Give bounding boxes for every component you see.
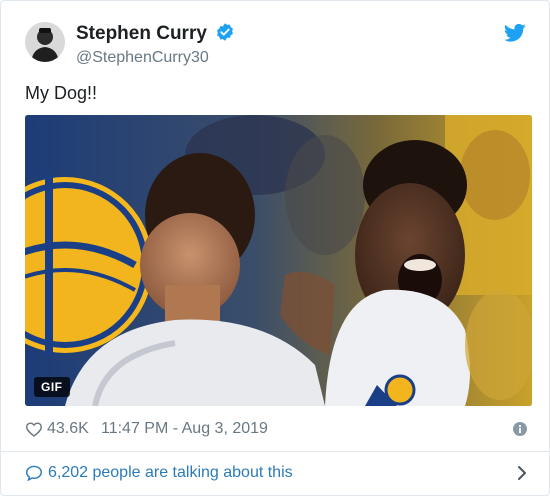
tweet-text: My Dog!! xyxy=(25,83,98,103)
like-button[interactable]: 43.6K xyxy=(25,418,89,440)
like-count: 43.6K xyxy=(47,420,89,437)
divider xyxy=(1,451,549,452)
gif-badge: GIF xyxy=(34,377,70,397)
gif-frame-image xyxy=(25,115,532,406)
user-handle[interactable]: @StephenCurry30 xyxy=(76,48,235,68)
verified-badge-icon xyxy=(217,23,234,41)
twitter-bird-icon[interactable] xyxy=(504,23,526,43)
info-icon[interactable] xyxy=(513,422,527,436)
conversation-link[interactable]: 6,202 people are talking about this xyxy=(25,461,527,485)
author-names: Stephen Curry @StephenCurry30 xyxy=(76,22,235,68)
tweet-timestamp[interactable]: 11:47 PM - Aug 3, 2019 xyxy=(101,418,268,440)
tweet-header: Stephen Curry @StephenCurry30 xyxy=(25,19,529,67)
display-name[interactable]: Stephen Curry xyxy=(76,23,207,44)
conversation-text: 6,202 people are talking about this xyxy=(48,464,293,481)
avatar[interactable] xyxy=(25,22,65,62)
chevron-right-icon xyxy=(518,466,526,480)
speech-bubble-icon xyxy=(25,465,43,481)
tweet-media-gif[interactable]: GIF xyxy=(25,115,532,406)
heart-icon xyxy=(25,422,43,437)
tweet-card: Stephen Curry @StephenCurry30 My Dog!! G… xyxy=(0,0,550,496)
tweet-meta: 43.6K 11:47 PM - Aug 3, 2019 xyxy=(25,418,527,440)
